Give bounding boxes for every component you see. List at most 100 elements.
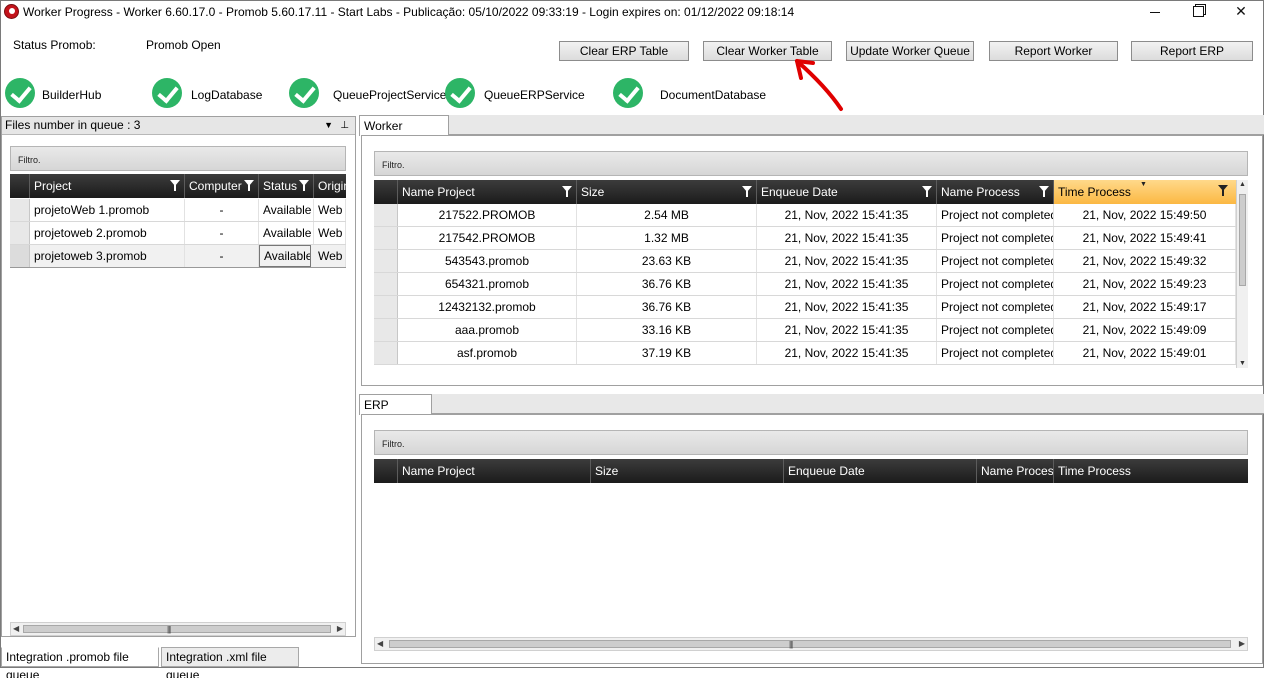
table-row[interactable]: 543543.promob 23.63 KB 21, Nov, 2022 15:41…: [374, 250, 1236, 273]
column-header-status[interactable]: Status: [259, 174, 314, 198]
filter-icon[interactable]: [299, 180, 309, 191]
column-header-name-project[interactable]: Name Project: [398, 459, 591, 483]
table-row[interactable]: 654321.promob 36.76 KB 21, Nov, 2022 15:41…: [374, 273, 1236, 296]
scroll-left-icon[interactable]: ◀: [13, 624, 19, 633]
pin-icon[interactable]: ⊥: [340, 117, 349, 134]
cell-enqueue-date: 21, Nov, 2022 15:41:35: [757, 319, 937, 341]
status-value: Promob Open: [146, 38, 221, 52]
erp-grid-header: Name Project Size Enqueue Date Name Proc…: [374, 459, 1248, 483]
column-header-enqueue-date[interactable]: Enqueue Date: [757, 180, 937, 204]
table-row[interactable]: projetoweb 2.promob - Available Web: [10, 222, 346, 245]
column-header-name-project[interactable]: Name Project: [398, 180, 577, 204]
scroll-right-icon[interactable]: ▶: [1239, 639, 1245, 648]
dropdown-arrow-icon[interactable]: ▼: [324, 117, 333, 134]
filter-icon[interactable]: [742, 186, 752, 197]
column-header-computer[interactable]: Computer: [185, 174, 259, 198]
sort-arrow-icon: ▼: [1140, 181, 1147, 188]
row-header[interactable]: [374, 296, 398, 318]
filter-icon[interactable]: [170, 180, 180, 191]
worker-progress-panel: Filtro. Name Project Size Enqueue Date N…: [361, 135, 1263, 386]
cell-project: projetoWeb 1.promob: [30, 199, 185, 221]
maximize-icon[interactable]: [1176, 1, 1220, 23]
queue-grid-header: Project Computer Status Origin: [10, 174, 346, 198]
worker-grid-body: 217522.PROMOB 2.54 MB 21, Nov, 2022 15:41:…: [374, 204, 1236, 368]
worker-filter-bar[interactable]: Filtro.: [374, 151, 1248, 176]
cell-time-process: 21, Nov, 2022 15:49:09: [1054, 319, 1236, 341]
row-header[interactable]: [10, 245, 30, 267]
update-worker-queue-button[interactable]: Update Worker Queue: [846, 41, 974, 61]
filter-icon[interactable]: [244, 180, 254, 191]
filter-icon[interactable]: [1218, 185, 1228, 196]
erp-filter-bar[interactable]: Filtro.: [374, 430, 1248, 455]
table-row[interactable]: projetoWeb 1.promob - Available Web: [10, 199, 346, 222]
check-icon: [613, 78, 643, 108]
table-row-selected[interactable]: projetoweb 3.promob - Available Web: [10, 245, 346, 268]
window-title: Worker Progress - Worker 6.60.17.0 - Pro…: [23, 5, 795, 19]
cell-name-process: Project not completed: [937, 227, 1054, 249]
tab-erp-progress[interactable]: ERP Progress: [359, 394, 432, 426]
cell-computer: -: [185, 199, 259, 221]
row-header[interactable]: [374, 342, 398, 364]
filter-icon[interactable]: [562, 186, 572, 197]
column-header-time-process[interactable]: ▼ Time Process: [1054, 180, 1236, 204]
cell-status[interactable]: Available: [259, 245, 311, 267]
scroll-up-icon[interactable]: ▲: [1239, 181, 1246, 188]
row-header[interactable]: [374, 204, 398, 226]
column-header-time-process[interactable]: Time Process: [1054, 459, 1248, 483]
clear-erp-table-button[interactable]: Clear ERP Table: [559, 41, 689, 61]
cell-origin: Web: [314, 199, 346, 221]
scroll-left-icon[interactable]: ◀: [377, 639, 383, 648]
worker-vertical-scrollbar[interactable]: ▲ ▼: [1236, 180, 1248, 368]
grip-icon: |||: [789, 640, 793, 649]
tab-promob-file-queue[interactable]: Integration .promob file queue: [1, 647, 159, 678]
row-header[interactable]: [374, 273, 398, 295]
column-header-size[interactable]: Size: [591, 459, 784, 483]
cell-status: Available: [259, 222, 314, 244]
queue-filter-bar[interactable]: Filtro.: [10, 146, 346, 171]
cell-time-process: 21, Nov, 2022 15:49:23: [1054, 273, 1236, 295]
row-header[interactable]: [374, 250, 398, 272]
scroll-thumb[interactable]: [389, 640, 1231, 648]
tab-worker-progress[interactable]: Worker Progress: [359, 115, 449, 147]
erp-horizontal-scrollbar[interactable]: ◀ ||| ▶: [374, 637, 1248, 651]
scroll-thumb[interactable]: [1239, 194, 1246, 286]
minimize-icon[interactable]: [1133, 1, 1177, 23]
report-erp-button[interactable]: Report ERP: [1131, 41, 1253, 61]
cell-enqueue-date: 21, Nov, 2022 15:41:35: [757, 204, 937, 226]
column-header-enqueue-date[interactable]: Enqueue Date: [784, 459, 977, 483]
cell-name-process: Project not completed: [937, 342, 1054, 364]
table-row[interactable]: 217522.PROMOB 2.54 MB 21, Nov, 2022 15:41:…: [374, 204, 1236, 227]
scroll-thumb[interactable]: [23, 625, 331, 633]
cell-name-project: 654321.promob: [398, 273, 577, 295]
filter-icon[interactable]: [922, 186, 932, 197]
cell-name-project: asf.promob: [398, 342, 577, 364]
queue-horizontal-scrollbar[interactable]: ◀ ||| ▶: [10, 622, 346, 636]
table-row[interactable]: 217542.PROMOB 1.32 MB 21, Nov, 2022 15:41:…: [374, 227, 1236, 250]
report-worker-button[interactable]: Report Worker: [989, 41, 1118, 61]
row-header[interactable]: [10, 222, 30, 244]
table-row[interactable]: 12432132.promob 36.76 KB 21, Nov, 2022 15:…: [374, 296, 1236, 319]
scroll-down-icon[interactable]: ▼: [1239, 360, 1246, 367]
column-header-project[interactable]: Project: [30, 174, 185, 198]
column-header-origin[interactable]: Origin: [314, 174, 346, 198]
filter-icon[interactable]: [1039, 186, 1049, 197]
row-header[interactable]: [374, 227, 398, 249]
column-header-name-process[interactable]: Name Process: [977, 459, 1054, 483]
table-row[interactable]: aaa.promob 33.16 KB 21, Nov, 2022 15:41:35…: [374, 319, 1236, 342]
scroll-right-icon[interactable]: ▶: [337, 624, 343, 633]
table-row[interactable]: asf.promob 37.19 KB 21, Nov, 2022 15:41:35…: [374, 342, 1236, 365]
tab-xml-file-queue[interactable]: Integration .xml file queue: [161, 647, 299, 678]
erp-tab-strip: [359, 394, 1264, 414]
cell-size: 36.76 KB: [577, 273, 757, 295]
column-header-size[interactable]: Size: [577, 180, 757, 204]
cell-time-process: 21, Nov, 2022 15:49:32: [1054, 250, 1236, 272]
cell-time-process: 21, Nov, 2022 15:49:50: [1054, 204, 1236, 226]
close-icon[interactable]: ✕: [1219, 1, 1263, 23]
column-header-name-process[interactable]: Name Process: [937, 180, 1054, 204]
main-window: Worker Progress - Worker 6.60.17.0 - Pro…: [0, 0, 1264, 678]
row-header[interactable]: [10, 199, 30, 221]
row-header[interactable]: [374, 319, 398, 341]
queue-panel-header: Files number in queue : 3 ▼ ⊥: [2, 117, 355, 135]
cell-name-project: aaa.promob: [398, 319, 577, 341]
cell-size: 23.63 KB: [577, 250, 757, 272]
